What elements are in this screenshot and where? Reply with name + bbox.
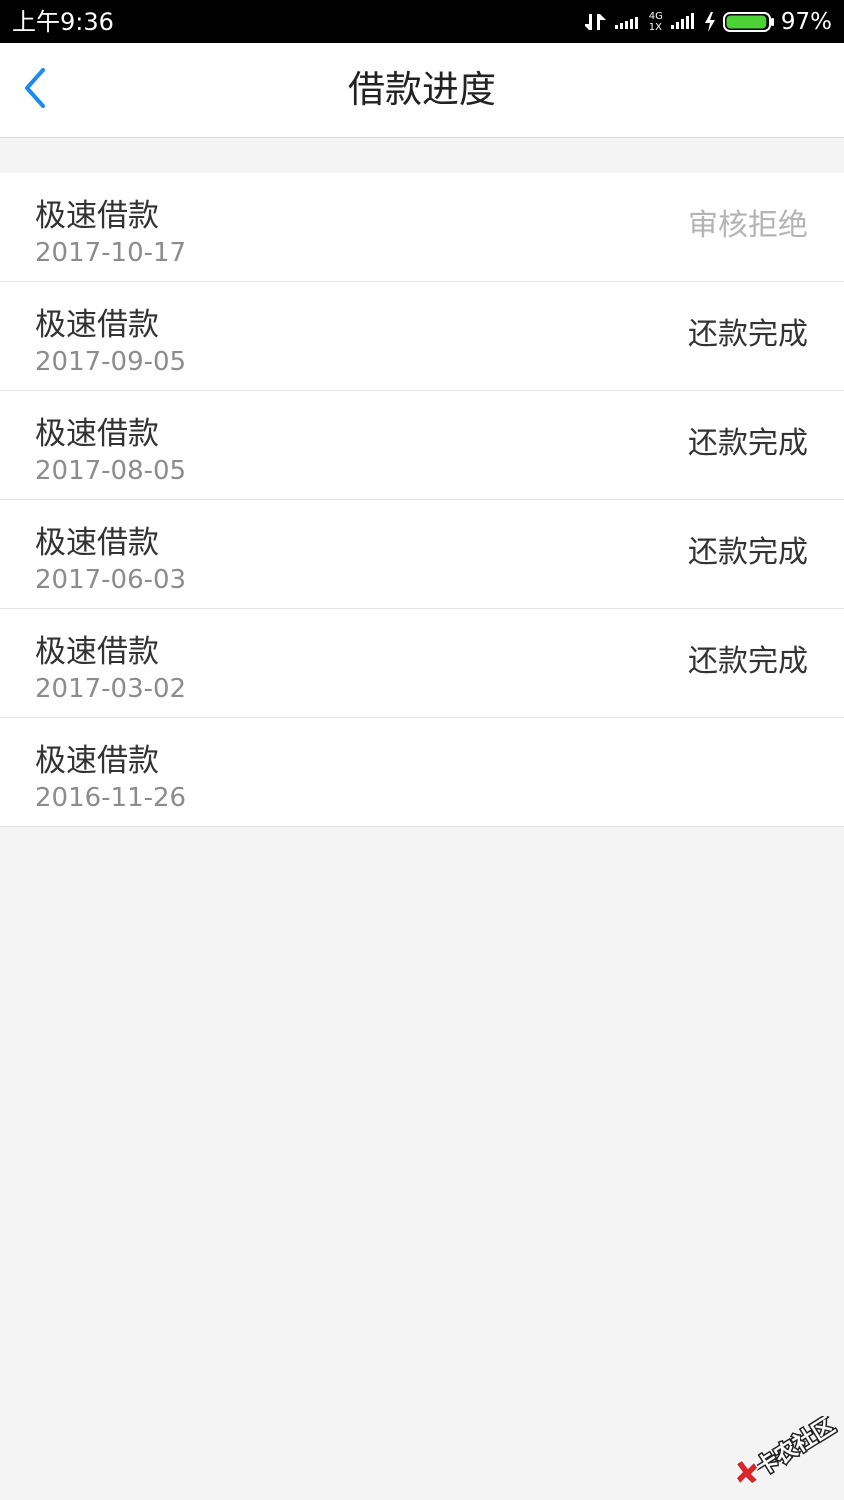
loan-date: 2017-09-05 bbox=[35, 347, 187, 377]
charging-icon bbox=[703, 11, 717, 33]
loan-list-item[interactable]: 极速借款 2017-06-03 还款完成 bbox=[0, 500, 844, 609]
loan-date: 2016-11-26 bbox=[35, 783, 187, 813]
loan-list-item[interactable]: 极速借款 2017-08-05 还款完成 bbox=[0, 391, 844, 500]
sim2-signal-icon bbox=[669, 11, 697, 33]
loan-status: 还款完成 bbox=[688, 317, 808, 352]
loan-title: 极速借款 bbox=[35, 307, 159, 343]
network-type-icon: 4G 1X bbox=[649, 11, 663, 33]
loan-title: 极速借款 bbox=[35, 198, 159, 234]
loan-list-item[interactable]: 极速借款 2017-09-05 还款完成 bbox=[0, 282, 844, 391]
page-title: 借款进度 bbox=[348, 68, 496, 111]
loan-date: 2017-06-03 bbox=[35, 565, 187, 595]
loan-status: 还款完成 bbox=[688, 644, 808, 679]
battery-icon bbox=[722, 10, 775, 34]
network-type-top: 4G bbox=[648, 11, 663, 22]
status-time: 上午9:36 bbox=[12, 8, 114, 36]
loan-list-item[interactable]: 极速借款 2016-11-26 bbox=[0, 718, 844, 827]
data-transfer-icon bbox=[584, 11, 607, 33]
loan-title: 极速借款 bbox=[35, 525, 159, 561]
loan-date: 2017-10-17 bbox=[35, 238, 187, 268]
sim1-signal-icon bbox=[613, 11, 643, 33]
loan-date: 2017-08-05 bbox=[35, 456, 187, 486]
loan-list: 极速借款 2017-10-17 审核拒绝 极速借款 2017-09-05 还款完… bbox=[0, 173, 844, 827]
watermark-logo: 卡农社区 bbox=[732, 1411, 841, 1486]
status-bar: 上午9:36 4G 1X 97% bbox=[0, 0, 844, 43]
loan-status: 审核拒绝 bbox=[688, 208, 808, 243]
network-type-bottom: 1X bbox=[648, 22, 662, 33]
svg-text:卡农社区: 卡农社区 bbox=[751, 1416, 838, 1481]
loan-list-item[interactable]: 极速借款 2017-10-17 审核拒绝 bbox=[0, 173, 844, 282]
loan-date: 2017-03-02 bbox=[35, 674, 187, 704]
battery-percent: 97% bbox=[780, 9, 832, 35]
loan-title: 极速借款 bbox=[35, 634, 159, 670]
status-icons: 4G 1X 97% bbox=[584, 6, 832, 38]
loan-status: 还款完成 bbox=[688, 426, 808, 461]
loan-list-item[interactable]: 极速借款 2017-03-02 还款完成 bbox=[0, 609, 844, 718]
loan-title: 极速借款 bbox=[35, 416, 159, 452]
loan-title: 极速借款 bbox=[35, 743, 159, 779]
nav-bar: 借款进度 bbox=[0, 43, 844, 138]
loan-status: 还款完成 bbox=[688, 535, 808, 570]
